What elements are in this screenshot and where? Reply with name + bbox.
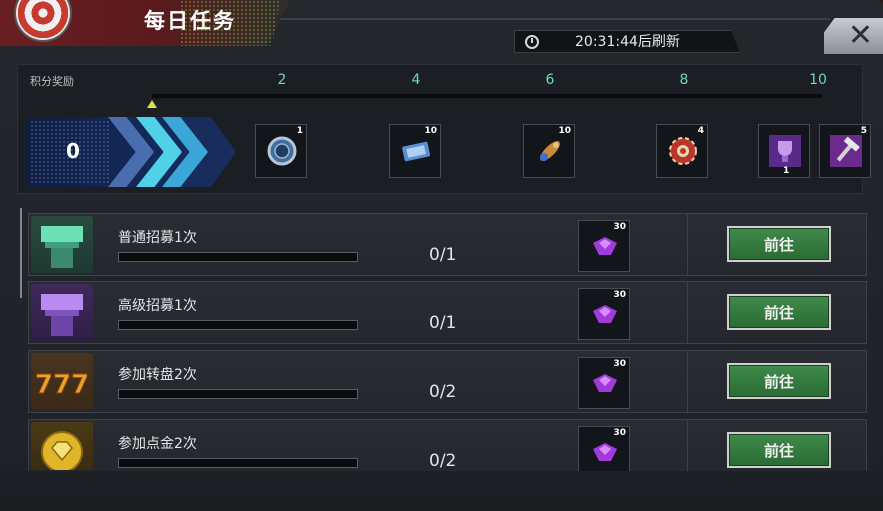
milestone-tick-2: 2 <box>277 72 287 88</box>
purple-trophy-icon <box>769 135 801 167</box>
task-row: 高级招募1次 0/1 30 前往 <box>28 281 867 344</box>
header-divider <box>270 18 830 20</box>
milestone-reward-2[interactable]: 1 <box>255 124 307 178</box>
milestone-tick-6: 6 <box>545 72 555 88</box>
task-progress-count: 0/1 <box>429 245 457 265</box>
purple-gem-icon <box>593 443 617 461</box>
task-progress-count: 0/2 <box>429 451 457 471</box>
reward-count: 4 <box>697 126 704 136</box>
go-button[interactable]: 前往 <box>727 294 831 330</box>
missile-icon <box>540 141 560 161</box>
reward-count: 10 <box>558 126 571 136</box>
task-name: 参加转盘2次 <box>118 367 197 383</box>
reward-count: 5 <box>860 126 867 136</box>
purple-recruit-icon <box>31 284 93 341</box>
go-button[interactable]: 前往 <box>727 363 831 399</box>
task-progress-bar <box>118 389 358 399</box>
casino-chip-icon <box>669 137 697 165</box>
current-points-value: 0 <box>66 139 80 163</box>
close-icon: ✕ <box>847 17 874 53</box>
purple-gem-icon <box>593 374 617 392</box>
reward-count: 1 <box>783 166 790 176</box>
reward-count: 30 <box>613 359 626 369</box>
milestone-tick-10: 10 <box>809 72 827 88</box>
milestone-reward-8[interactable]: 4 <box>656 124 708 178</box>
milestone-reward-10b[interactable]: 5 <box>819 124 871 178</box>
task-progress-count: 0/1 <box>429 313 457 333</box>
progress-marker-icon <box>147 100 157 108</box>
gold-diamond-coin-icon <box>31 422 93 473</box>
points-progress-bar <box>152 94 822 98</box>
slot-777-icon: 777 <box>31 353 93 410</box>
task-name: 普通招募1次 <box>118 230 197 246</box>
task-list-scrollbar[interactable] <box>20 208 22 298</box>
reward-count: 30 <box>613 222 626 232</box>
refresh-timer-text: 20:31:44后刷新 <box>575 34 680 50</box>
task-reward-item[interactable]: 30 <box>578 220 630 272</box>
task-row: 普通招募1次 0/1 30 前往 <box>28 213 867 276</box>
task-name: 高级招募1次 <box>118 298 197 314</box>
purple-gem-icon <box>593 305 617 323</box>
milestone-tick-4: 4 <box>411 72 421 88</box>
panel-footer <box>0 471 883 511</box>
row-divider <box>687 420 688 472</box>
task-progress-bar <box>118 252 358 262</box>
milestone-reward-10a[interactable]: 1 <box>758 124 810 178</box>
task-progress-count: 0/2 <box>429 382 457 402</box>
milestone-reward-4[interactable]: 10 <box>389 124 441 178</box>
go-button[interactable]: 前往 <box>727 432 831 468</box>
task-reward-item[interactable]: 30 <box>578 357 630 409</box>
cinema-ticket-icon <box>402 141 431 162</box>
refresh-timer: 20:31:44后刷新 <box>514 30 740 53</box>
milestone-tick-8: 8 <box>679 72 689 88</box>
task-progress-bar <box>118 320 358 330</box>
reward-count: 30 <box>613 290 626 300</box>
reward-count: 1 <box>296 126 303 136</box>
green-recruit-icon <box>31 216 93 273</box>
task-row: 参加点金2次 0/2 30 前往 <box>28 419 867 473</box>
reward-count: 10 <box>424 126 437 136</box>
task-reward-item[interactable]: 30 <box>578 288 630 340</box>
row-divider <box>687 351 688 412</box>
purple-gem-icon <box>593 237 617 255</box>
page-title: 每日任务 <box>144 9 236 33</box>
stopwatch-icon <box>525 35 539 49</box>
silver-coin-icon <box>267 136 297 166</box>
milestone-reward-6[interactable]: 10 <box>523 124 575 178</box>
svg-text:777: 777 <box>35 370 89 400</box>
row-divider <box>687 282 688 343</box>
close-button[interactable]: ✕ <box>824 18 883 54</box>
points-reward-label: 积分奖励 <box>30 75 74 88</box>
task-progress-bar <box>118 458 358 468</box>
go-button[interactable]: 前往 <box>727 226 831 262</box>
purple-hammer-icon <box>830 135 862 167</box>
row-divider <box>687 214 688 275</box>
reward-count: 30 <box>613 428 626 438</box>
task-reward-item[interactable]: 30 <box>578 426 630 472</box>
task-row: 777 参加转盘2次 0/2 30 前往 <box>28 350 867 413</box>
task-name: 参加点金2次 <box>118 436 197 452</box>
